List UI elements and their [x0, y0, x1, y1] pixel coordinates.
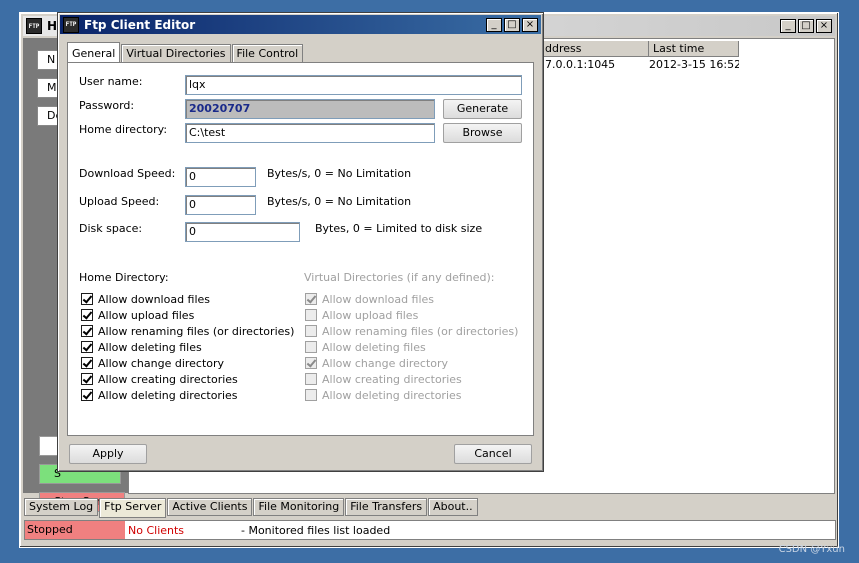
column-header-last-time[interactable]: Last time — [649, 41, 739, 57]
home-allow-creating-directories-checkbox[interactable]: Allow creating directories — [81, 372, 238, 386]
password-input[interactable]: 20020707 — [185, 99, 435, 119]
home-allow-renaming-checkbox[interactable]: Allow renaming files (or directories) — [81, 324, 294, 338]
checkbox-unchecked — [305, 341, 317, 353]
checkbox-label: Allow creating directories — [322, 372, 462, 386]
checkbox-label: Allow deleting directories — [322, 388, 462, 402]
generate-button[interactable]: Generate — [443, 99, 522, 119]
disk-space-input[interactable]: 0 — [185, 222, 300, 242]
client-count-status: No Clients — [128, 523, 185, 537]
home-allow-download-checkbox[interactable]: Allow download files — [81, 292, 210, 306]
checkbox-label: Allow upload files — [98, 308, 195, 322]
checkbox-label: Allow creating directories — [98, 372, 238, 386]
checkbox-label: Allow deleting files — [98, 340, 202, 354]
virtual-allow-deleting-files-checkbox: Allow deleting files — [305, 340, 426, 354]
home-allow-change-directory-checkbox[interactable]: Allow change directory — [81, 356, 224, 370]
checkbox-label: Allow renaming files (or directories) — [322, 324, 519, 338]
maximize-icon[interactable]: □ — [504, 17, 520, 32]
tab-virtual-directories[interactable]: Virtual Directories — [121, 44, 231, 62]
close-icon[interactable]: × — [816, 19, 832, 33]
tab-active-clients[interactable]: Active Clients — [167, 498, 253, 516]
user-name-input[interactable]: lqx — [185, 75, 522, 95]
home-allow-deleting-files-checkbox[interactable]: Allow deleting files — [81, 340, 202, 354]
maximize-icon[interactable]: □ — [798, 19, 814, 33]
virtual-allow-change-directory-checkbox: Allow change directory — [305, 356, 448, 370]
disk-space-hint: Bytes, 0 = Limited to disk size — [315, 222, 483, 235]
checkbox-checked[interactable] — [81, 293, 93, 305]
column-header-address[interactable]: ddress — [541, 41, 649, 57]
checkbox-checked — [305, 357, 317, 369]
divider — [79, 263, 517, 264]
checkbox-unchecked — [305, 325, 317, 337]
tab-file-control[interactable]: File Control — [231, 44, 304, 62]
ftp-app-icon: FTP — [26, 18, 42, 34]
virtual-allow-creating-directories-checkbox: Allow creating directories — [305, 372, 462, 386]
status-bar: Stopped No Clients - Monitored files lis… — [24, 520, 836, 540]
checkbox-checked[interactable] — [81, 325, 93, 337]
checkbox-checked[interactable] — [81, 357, 93, 369]
dialog-tab-strip: General Virtual Directories File Control — [67, 41, 304, 63]
download-speed-hint: Bytes/s, 0 = No Limitation — [267, 167, 412, 180]
checkbox-label: Allow change directory — [98, 356, 225, 370]
dialog-titlebar[interactable]: FTP Ftp Client Editor _ □ × — [60, 15, 541, 34]
checkbox-label: Allow renaming files (or directories) — [98, 324, 295, 338]
user-name-label: User name: — [79, 75, 143, 88]
checkbox-checked[interactable] — [81, 389, 93, 401]
apply-button[interactable]: Apply — [69, 444, 147, 464]
checkbox-label: Allow deleting files — [322, 340, 426, 354]
tab-system-log[interactable]: System Log — [24, 498, 99, 516]
home-allow-upload-checkbox[interactable]: Allow upload files — [81, 308, 194, 322]
virtual-allow-renaming-checkbox: Allow renaming files (or directories) — [305, 324, 518, 338]
virtual-allow-deleting-directories-checkbox: Allow deleting directories — [305, 388, 462, 402]
minimize-icon[interactable]: _ — [486, 17, 502, 32]
checkbox-checked[interactable] — [81, 341, 93, 353]
checkbox-label: Allow upload files — [322, 308, 419, 322]
minimize-icon[interactable]: _ — [780, 19, 796, 33]
browse-button[interactable]: Browse — [443, 123, 522, 143]
download-speed-input[interactable]: 0 — [185, 167, 256, 187]
status-message: - Monitored files list loaded — [241, 523, 391, 537]
home-allow-deleting-directories-checkbox[interactable]: Allow deleting directories — [81, 388, 238, 402]
tab-file-transfers[interactable]: File Transfers — [345, 498, 428, 516]
upload-speed-label: Upload Speed: — [79, 195, 160, 208]
home-permissions-heading: Home Directory: — [79, 271, 169, 284]
tab-general[interactable]: General — [67, 41, 121, 63]
ftp-client-editor-dialog: FTP Ftp Client Editor _ □ × General Virt… — [57, 12, 544, 472]
client-last-time-cell[interactable]: 2012-3-15 16:52:4 — [649, 58, 739, 71]
disk-space-label: Disk space: — [79, 222, 143, 235]
upload-speed-hint: Bytes/s, 0 = No Limitation — [267, 195, 412, 208]
checkbox-checked — [305, 293, 317, 305]
virtual-allow-upload-checkbox: Allow upload files — [305, 308, 418, 322]
tab-about[interactable]: About.. — [428, 498, 478, 516]
checkbox-unchecked — [305, 309, 317, 321]
tab-file-monitoring[interactable]: File Monitoring — [253, 498, 345, 516]
home-directory-label: Home directory: — [79, 123, 168, 136]
client-address-cell[interactable]: 7.0.0.1:1045 — [545, 58, 649, 71]
server-state-status: Stopped — [25, 521, 125, 539]
divider — [79, 155, 523, 156]
bottom-tab-strip: System Log Ftp Server Active Clients Fil… — [24, 497, 479, 518]
virtual-permissions-heading: Virtual Directories (if any defined): — [304, 271, 495, 284]
checkbox-unchecked — [305, 373, 317, 385]
checkbox-checked[interactable] — [81, 373, 93, 385]
tab-ftp-server[interactable]: Ftp Server — [99, 498, 167, 518]
general-tab-panel: User name: lqx Password: 20020707 Genera… — [67, 62, 534, 436]
cancel-button[interactable]: Cancel — [454, 444, 532, 464]
checkbox-checked[interactable] — [81, 309, 93, 321]
checkbox-label: Allow deleting directories — [98, 388, 238, 402]
virtual-allow-download-checkbox: Allow download files — [305, 292, 434, 306]
checkbox-label: Allow change directory — [322, 356, 449, 370]
dialog-title: Ftp Client Editor — [84, 17, 196, 32]
close-icon[interactable]: × — [522, 17, 538, 32]
checkbox-label: Allow download files — [98, 292, 211, 306]
download-speed-label: Download Speed: — [79, 167, 176, 180]
upload-speed-input[interactable]: 0 — [185, 195, 256, 215]
password-label: Password: — [79, 99, 135, 112]
checkbox-label: Allow download files — [322, 292, 435, 306]
checkbox-unchecked — [305, 389, 317, 401]
ftp-app-icon: FTP — [63, 16, 79, 33]
home-directory-input[interactable]: C:\test — [185, 123, 435, 143]
watermark: CSDN @Yxun — [778, 544, 845, 555]
